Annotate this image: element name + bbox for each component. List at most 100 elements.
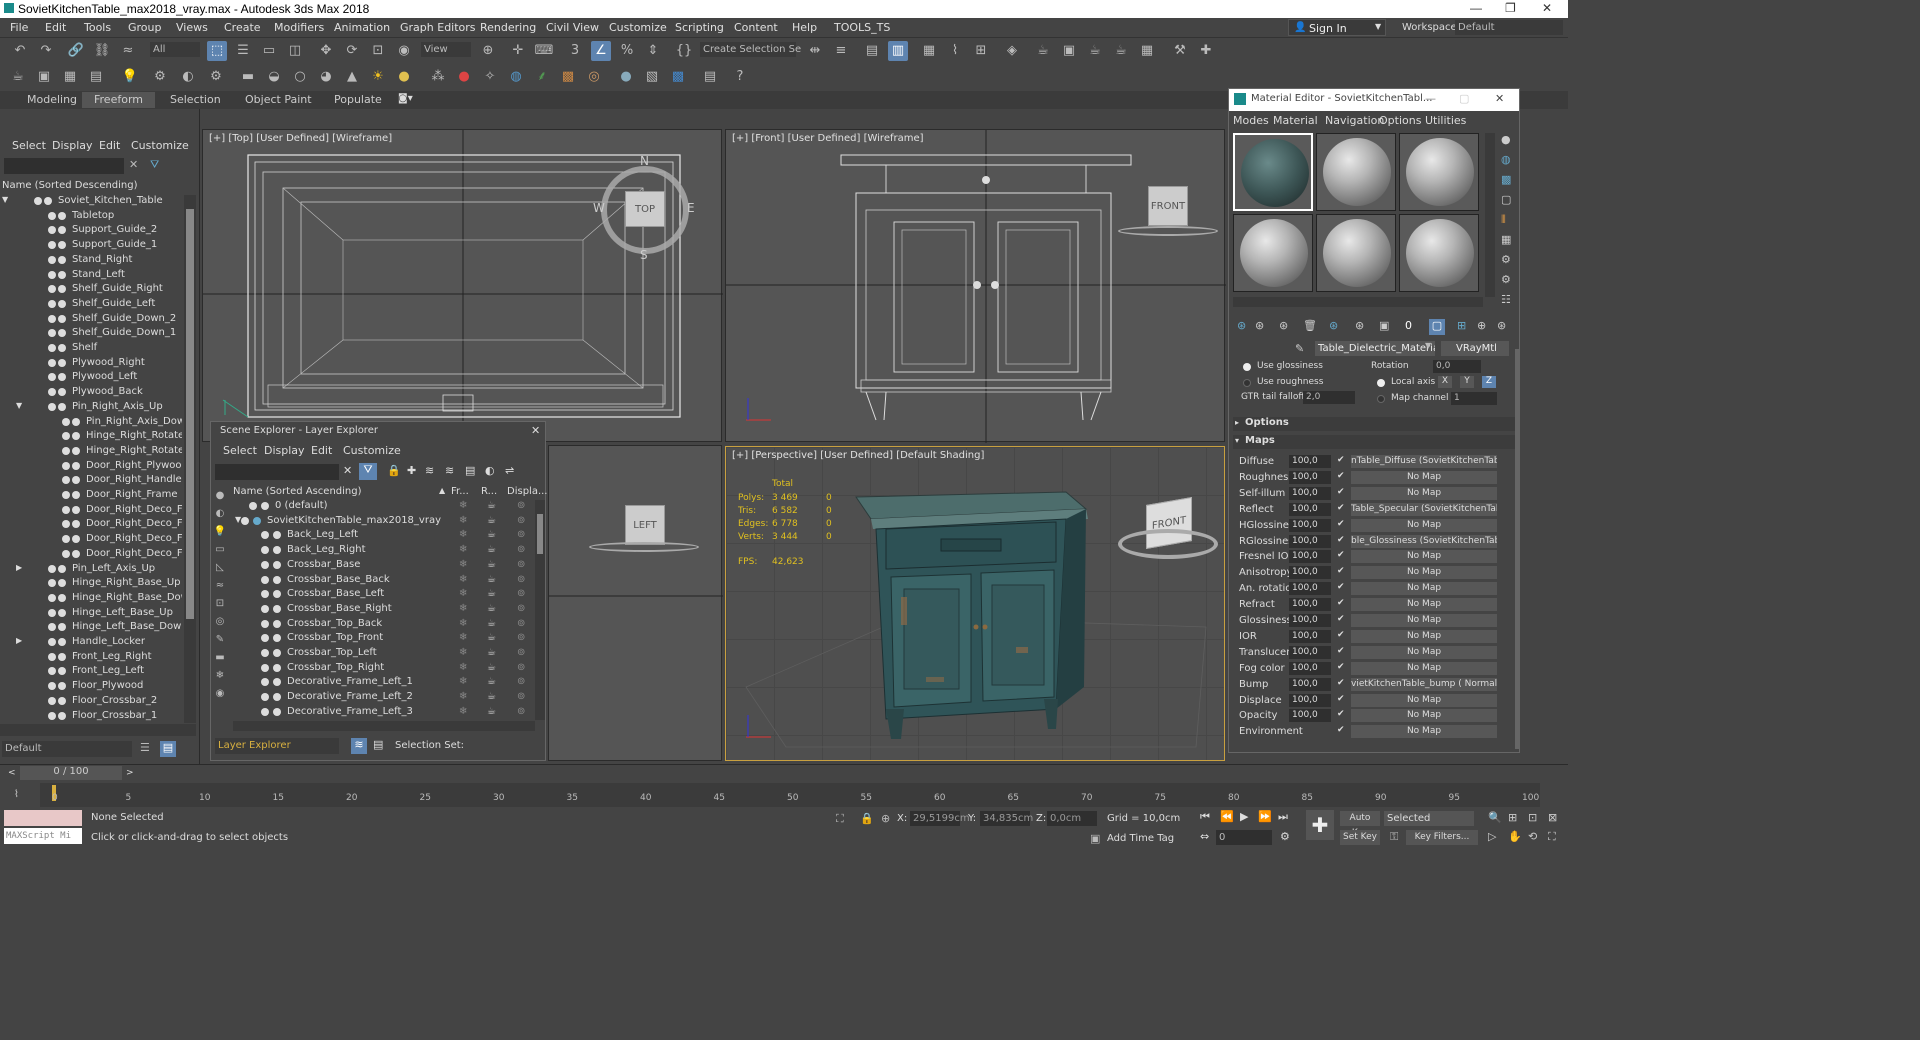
- freeze-icon[interactable]: [72, 549, 80, 558]
- object-tree-row[interactable]: Stand_Right: [0, 254, 182, 269]
- sort-icon[interactable]: ▤: [160, 741, 176, 757]
- collapse-icon[interactable]: ▼: [2, 195, 8, 204]
- left-viewcube-ring[interactable]: [589, 542, 699, 552]
- map-amount-spinner[interactable]: 100,0: [1289, 582, 1331, 596]
- me-menu-modes[interactable]: Modes: [1233, 114, 1269, 127]
- rendered-frame-window-icon[interactable]: ▣: [1059, 41, 1079, 61]
- se-col-name[interactable]: Name (Sorted Ascending): [233, 486, 362, 497]
- visibility-eye-icon[interactable]: [48, 314, 56, 323]
- minimize-button[interactable]: —: [1470, 1, 1482, 15]
- time-prev-icon[interactable]: <: [8, 768, 16, 778]
- map-slot-button[interactable]: No Map: [1351, 693, 1497, 707]
- map-slot-button[interactable]: No Map: [1351, 550, 1497, 564]
- vray-scripts-icon[interactable]: ▤: [700, 67, 720, 87]
- assign-to-selection-icon[interactable]: ⊛: [1279, 319, 1288, 332]
- align-icon[interactable]: ≡: [831, 41, 851, 61]
- frozen-icon[interactable]: ❄: [459, 529, 467, 540]
- freeze-icon[interactable]: [58, 255, 66, 264]
- filter-icon[interactable]: ⛛: [150, 158, 159, 172]
- renderable-icon[interactable]: ☕: [487, 588, 496, 599]
- freeze-icon[interactable]: [72, 461, 80, 470]
- set-key-button[interactable]: Set Key: [1340, 830, 1380, 845]
- se-vscrollbar-thumb[interactable]: [537, 514, 543, 554]
- menu-edit[interactable]: Edit: [45, 21, 66, 34]
- map-amount-spinner[interactable]: 100,0: [1289, 661, 1331, 675]
- display-mode-icon[interactable]: ⊚: [517, 544, 525, 555]
- vray-fur-icon[interactable]: ⁂: [428, 67, 448, 87]
- curve-editor-icon[interactable]: ⌇: [945, 41, 965, 61]
- menu-customize[interactable]: Customize: [609, 21, 667, 34]
- map-slot-button[interactable]: No Map: [1351, 598, 1497, 612]
- vray-panel-icon[interactable]: ▦: [60, 67, 80, 87]
- local-axis-radio[interactable]: [1377, 379, 1385, 387]
- object-tree-row[interactable]: Floor_Plywood: [0, 680, 182, 695]
- map-amount-spinner[interactable]: 100,0: [1289, 566, 1331, 580]
- visibility-eye-icon[interactable]: [48, 652, 56, 661]
- se-vscrollbar[interactable]: [535, 500, 545, 720]
- visibility-eye-icon[interactable]: [34, 197, 42, 205]
- map-slot-button[interactable]: No Map: [1351, 566, 1497, 580]
- map-enable-checkbox[interactable]: ✔: [1337, 630, 1345, 640]
- layer-row[interactable]: 0 (default) ❄ ☕ ⊚: [233, 500, 537, 515]
- pan-icon[interactable]: ✋: [1508, 830, 1522, 843]
- visibility-eye-icon[interactable]: [62, 476, 70, 485]
- menu-tools-ts[interactable]: TOOLS_TS: [834, 21, 890, 34]
- visibility-eye-icon[interactable]: [62, 520, 70, 529]
- menu-graph-editors[interactable]: Graph Editors: [400, 21, 476, 34]
- vray-dome-icon[interactable]: ◒: [264, 67, 284, 87]
- menu-help[interactable]: Help: [792, 21, 817, 34]
- visibility-eye-icon[interactable]: [261, 678, 269, 687]
- freeze-icon[interactable]: [72, 446, 80, 455]
- use-roughness-radio[interactable]: [1243, 379, 1251, 387]
- map-slot-button[interactable]: No Map: [1351, 629, 1497, 643]
- map-enable-checkbox[interactable]: ✔: [1337, 646, 1345, 656]
- frozen-icon[interactable]: ❄: [459, 618, 467, 629]
- freeze-icon[interactable]: [58, 314, 66, 323]
- map-enable-checkbox[interactable]: ✔: [1337, 519, 1345, 529]
- field-of-view-icon[interactable]: ▷: [1488, 830, 1496, 843]
- menu-civil-view[interactable]: Civil View: [546, 21, 599, 34]
- map-enable-checkbox[interactable]: ✔: [1337, 566, 1345, 576]
- se-explorer-dropdown[interactable]: Layer Explorer: [215, 738, 339, 754]
- go-forward-sibling-icon[interactable]: ⊕: [1477, 319, 1486, 332]
- map-enable-checkbox[interactable]: ✔: [1337, 550, 1345, 560]
- visibility-eye-icon[interactable]: [62, 505, 70, 514]
- eyedropper-icon[interactable]: ✎: [1295, 342, 1304, 355]
- visibility-eye-icon[interactable]: [48, 638, 56, 646]
- object-tree-row[interactable]: Shelf: [0, 342, 182, 357]
- se-search-input[interactable]: [215, 464, 339, 480]
- frozen-icon[interactable]: ❄: [459, 603, 467, 614]
- display-mode-icon[interactable]: ⊚: [517, 662, 525, 673]
- visibility-eye-icon[interactable]: [261, 663, 269, 672]
- menu-modifiers[interactable]: Modifiers: [274, 21, 324, 34]
- teapot-icon[interactable]: ☕: [8, 67, 28, 87]
- freeze-icon[interactable]: [72, 417, 80, 426]
- object-tree-row[interactable]: Hinge_Left_Base_Down: [0, 621, 182, 636]
- visibility-eye-icon[interactable]: [48, 682, 56, 691]
- display-mode-icon[interactable]: ⊚: [517, 529, 525, 540]
- visibility-eye-icon[interactable]: [62, 549, 70, 558]
- map-enable-checkbox[interactable]: ✔: [1337, 535, 1345, 545]
- angle-snap-icon[interactable]: ∠: [591, 41, 611, 61]
- map-slot-button[interactable]: No Map: [1351, 661, 1497, 675]
- vray-bake-icon[interactable]: ⚙: [206, 67, 226, 87]
- visibility-eye-icon[interactable]: [48, 373, 56, 382]
- layer-row[interactable]: Decorative_Frame_Left_1 ❄ ☕ ⊚: [233, 676, 537, 691]
- map-amount-spinner[interactable]: 100,0: [1289, 486, 1331, 500]
- visibility-eye-icon[interactable]: [62, 461, 70, 470]
- layer-row[interactable]: Decorative_Frame_Left_2 ❄ ☕ ⊚: [233, 691, 537, 706]
- maxscript-listener-field[interactable]: [4, 810, 82, 826]
- object-tree-row[interactable]: Shelf_Guide_Left: [0, 298, 182, 313]
- time-config-icon[interactable]: ⚙: [1280, 830, 1290, 843]
- front-viewcube[interactable]: FRONT: [1148, 186, 1188, 226]
- se-clear-icon[interactable]: ✕: [343, 464, 352, 477]
- layer-row[interactable]: Decorative_Frame_Left_3 ❄ ☕ ⊚: [233, 706, 537, 720]
- visibility-eye-icon[interactable]: [261, 649, 269, 657]
- object-tree-row[interactable]: Support_Guide_1: [0, 239, 182, 254]
- renderable-icon[interactable]: ☕: [487, 544, 496, 555]
- selection-filter-dropdown[interactable]: All: [150, 42, 200, 57]
- freeze-icon[interactable]: [44, 197, 52, 205]
- freeze-icon[interactable]: [58, 608, 66, 617]
- layer-row[interactable]: Crossbar_Base ❄ ☕ ⊚: [233, 559, 537, 574]
- axis-z-button[interactable]: Z: [1482, 376, 1496, 388]
